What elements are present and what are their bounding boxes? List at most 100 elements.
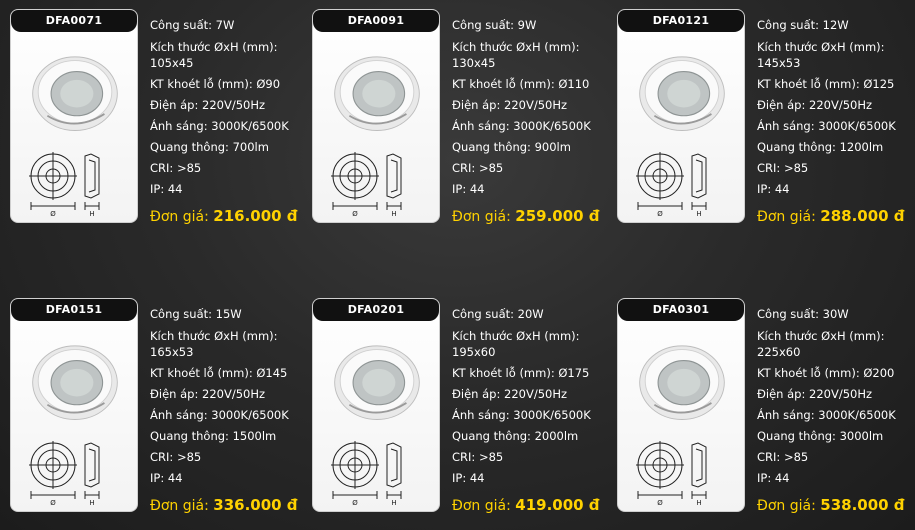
spec-voltage: Điện áp: 220V/50Hz: [757, 98, 873, 112]
spec-voltage: Điện áp: 220V/50Hz: [150, 98, 266, 112]
diameter-label: Ø: [352, 499, 358, 507]
product-code: DFA0071: [11, 10, 137, 32]
spec-light: Ánh sáng: 3000K/6500K: [150, 408, 289, 422]
spec-ip: IP: 44: [150, 471, 183, 485]
product-code: DFA0301: [618, 299, 744, 321]
spec-power: Công suất: 30W: [757, 307, 849, 321]
product-image: DFA0201 Ø H: [312, 298, 440, 512]
spec-size: Kích thước ØxH (mm): 165x53: [150, 329, 278, 359]
spec-cri: CRI: >85: [150, 161, 202, 175]
spec-flux: Quang thông: 1500lm: [150, 429, 277, 443]
product-image: DFA0301 Ø H: [617, 298, 745, 512]
spec-size: Kích thước ØxH (mm): 105x45: [150, 40, 278, 70]
dimension-diagram-icon: Ø H: [331, 152, 402, 218]
product-image: DFA0091 Ø H: [312, 9, 440, 223]
spec-flux: Quang thông: 700lm: [150, 140, 269, 154]
product-price: Đơn giá: 288.000 đ: [757, 207, 905, 225]
product-price: Đơn giá: 336.000 đ: [150, 496, 298, 514]
spec-voltage: Điện áp: 220V/50Hz: [757, 387, 873, 401]
spec-cri: CRI: >85: [452, 161, 504, 175]
diameter-label: Ø: [50, 210, 56, 218]
spec-cri: CRI: >85: [452, 450, 504, 464]
price-prefix: Đơn giá:: [757, 498, 816, 514]
product-specs: Công suất: 30W Kích thước ØxH (mm): 225x…: [757, 304, 915, 489]
product-card: DFA0091 Ø H Công suất: 9W Kích thước ØxH…: [312, 9, 612, 229]
price-value: 538.000 đ: [820, 496, 905, 514]
spec-cri: CRI: >85: [757, 161, 809, 175]
spec-flux: Quang thông: 900lm: [452, 140, 571, 154]
spec-light: Ánh sáng: 3000K/6500K: [757, 119, 896, 133]
product-card: DFA0201 Ø H Công suất: 20W Kích thước Øx…: [312, 298, 612, 518]
height-label: H: [696, 499, 701, 507]
spec-power: Công suất: 20W: [452, 307, 544, 321]
height-label: H: [89, 499, 94, 507]
spec-voltage: Điện áp: 220V/50Hz: [150, 387, 266, 401]
downlight-lamp-icon: [639, 56, 725, 131]
spec-flux: Quang thông: 1200lm: [757, 140, 884, 154]
product-price: Đơn giá: 216.000 đ: [150, 207, 298, 225]
product-card: DFA0301 Ø H Công suất: 30W Kích thước Øx…: [617, 298, 915, 518]
product-grid: DFA0071 Ø H Công suất: 7W Kích thước ØxH…: [0, 0, 915, 530]
price-value: 259.000 đ: [515, 207, 600, 225]
downlight-lamp-icon: [334, 345, 420, 420]
spec-ip: IP: 44: [452, 471, 485, 485]
spec-ip: IP: 44: [452, 182, 485, 196]
spec-cutout: KT khoét lỗ (mm): Ø125: [757, 77, 895, 91]
spec-cutout: KT khoét lỗ (mm): Ø200: [757, 366, 895, 380]
product-code: DFA0091: [313, 10, 439, 32]
spec-voltage: Điện áp: 220V/50Hz: [452, 387, 568, 401]
product-specs: Công suất: 15W Kích thước ØxH (mm): 165x…: [150, 304, 310, 489]
downlight-lamp-icon: [639, 345, 725, 420]
downlight-lamp-icon: [32, 345, 118, 420]
product-image: DFA0151 Ø H: [10, 298, 138, 512]
price-prefix: Đơn giá:: [452, 209, 511, 225]
spec-ip: IP: 44: [757, 471, 790, 485]
product-specs: Công suất: 12W Kích thước ØxH (mm): 145x…: [757, 15, 915, 200]
spec-cri: CRI: >85: [757, 450, 809, 464]
spec-cutout: KT khoét lỗ (mm): Ø175: [452, 366, 590, 380]
diameter-label: Ø: [352, 210, 358, 218]
dimension-diagram-icon: Ø H: [636, 441, 707, 507]
product-code: DFA0151: [11, 299, 137, 321]
dimension-diagram-icon: Ø H: [29, 152, 100, 218]
product-price: Đơn giá: 419.000 đ: [452, 496, 600, 514]
diameter-label: Ø: [657, 499, 663, 507]
spec-power: Công suất: 15W: [150, 307, 242, 321]
product-card: DFA0121 Ø H Công suất: 12W Kích thước Øx…: [617, 9, 915, 229]
price-value: 336.000 đ: [213, 496, 298, 514]
spec-power: Công suất: 7W: [150, 18, 235, 32]
spec-ip: IP: 44: [150, 182, 183, 196]
spec-size: Kích thước ØxH (mm): 195x60: [452, 329, 580, 359]
spec-size: Kích thước ØxH (mm): 225x60: [757, 329, 885, 359]
product-image: DFA0121 Ø H: [617, 9, 745, 223]
downlight-lamp-icon: [334, 56, 420, 131]
product-specs: Công suất: 7W Kích thước ØxH (mm): 105x4…: [150, 15, 310, 200]
diameter-label: Ø: [50, 499, 56, 507]
height-label: H: [391, 210, 396, 218]
spec-light: Ánh sáng: 3000K/6500K: [150, 119, 289, 133]
diameter-label: Ø: [657, 210, 663, 218]
spec-cutout: KT khoét lỗ (mm): Ø90: [150, 77, 281, 91]
spec-size: Kích thước ØxH (mm): 130x45: [452, 40, 580, 70]
price-value: 288.000 đ: [820, 207, 905, 225]
spec-size: Kích thước ØxH (mm): 145x53: [757, 40, 885, 70]
product-code: DFA0201: [313, 299, 439, 321]
product-price: Đơn giá: 538.000 đ: [757, 496, 905, 514]
spec-cutout: KT khoét lỗ (mm): Ø145: [150, 366, 288, 380]
dimension-diagram-icon: Ø H: [636, 152, 707, 218]
price-prefix: Đơn giá:: [757, 209, 816, 225]
product-code: DFA0121: [618, 10, 744, 32]
product-card: DFA0071 Ø H Công suất: 7W Kích thước ØxH…: [10, 9, 310, 229]
price-prefix: Đơn giá:: [150, 209, 209, 225]
product-specs: Công suất: 20W Kích thước ØxH (mm): 195x…: [452, 304, 612, 489]
height-label: H: [391, 499, 396, 507]
spec-flux: Quang thông: 3000lm: [757, 429, 884, 443]
price-value: 419.000 đ: [515, 496, 600, 514]
height-label: H: [696, 210, 701, 218]
spec-light: Ánh sáng: 3000K/6500K: [452, 408, 591, 422]
product-price: Đơn giá: 259.000 đ: [452, 207, 600, 225]
price-prefix: Đơn giá:: [150, 498, 209, 514]
spec-power: Công suất: 12W: [757, 18, 849, 32]
spec-light: Ánh sáng: 3000K/6500K: [757, 408, 896, 422]
product-image: DFA0071 Ø H: [10, 9, 138, 223]
